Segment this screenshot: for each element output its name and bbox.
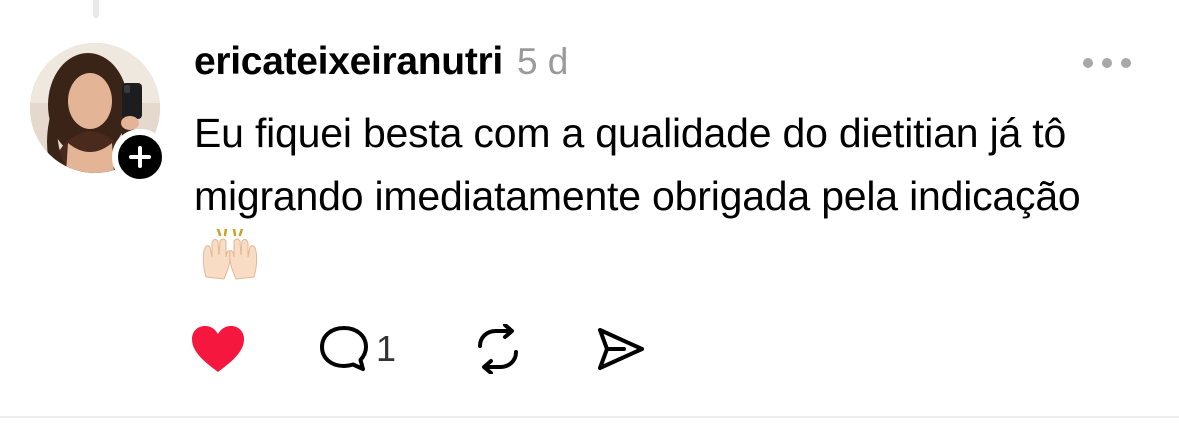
post-header: ericateixeiranutri 5 d <box>194 40 568 88</box>
reply-count: 1 <box>376 328 397 369</box>
share-button[interactable] <box>594 318 646 380</box>
username[interactable]: ericateixeiranutri <box>194 40 503 84</box>
raised-hands-emoji-icon <box>200 227 260 299</box>
post-text: Eu fiquei besta com a qualidade do dieti… <box>194 110 1081 219</box>
avatar-container[interactable] <box>30 43 168 185</box>
repost-icon <box>478 324 518 374</box>
plus-icon <box>129 146 151 168</box>
heart-icon <box>192 326 244 372</box>
comment-bubble-icon <box>320 326 368 371</box>
follow-button[interactable] <box>112 129 168 185</box>
thread-connector-line <box>93 0 99 18</box>
reply-button[interactable]: 1 <box>318 318 396 380</box>
post-actions: 1 <box>190 318 710 380</box>
post-body: Eu fiquei besta com a qualidade do dieti… <box>194 102 1154 299</box>
like-button[interactable] <box>190 318 246 380</box>
send-icon <box>598 328 644 370</box>
post-timestamp: 5 d <box>516 41 569 82</box>
more-options-button[interactable] <box>1080 50 1134 76</box>
raised-hands-icon <box>202 227 258 280</box>
post-divider <box>0 416 1179 418</box>
ellipsis-icon <box>1083 58 1131 68</box>
repost-button[interactable] <box>472 318 524 380</box>
